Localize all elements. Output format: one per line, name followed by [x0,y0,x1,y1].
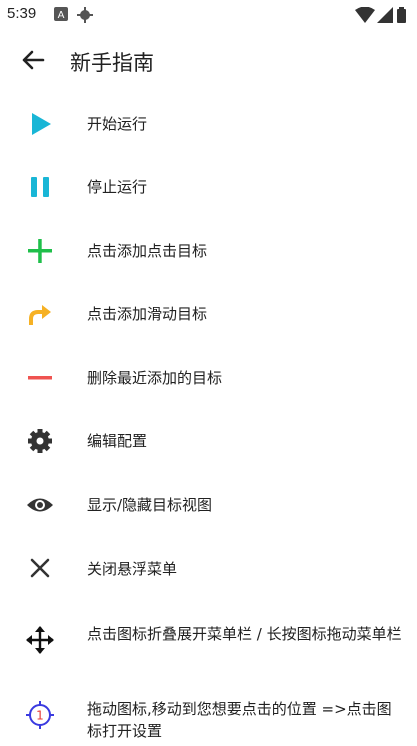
list-item-add-swipe[interactable]: 点击添加滑动目标 [0,283,417,345]
move-icon [26,626,54,654]
list-item-label: 拖动图标,移动到您想要点击的位置 =>点击图标打开设置 [87,700,392,740]
list-item-label: 点击添加滑动目标 [87,305,208,323]
list-item-label: 编辑配置 [87,432,148,450]
list-item-close-menu[interactable]: 关闭悬浮菜单 [0,538,417,600]
list-item-target-settings[interactable]: 1 拖动图标,移动到您想要点击的位置 =>点击图标打开设置 [0,684,417,746]
minus-icon [28,376,52,380]
gear-icon [28,429,52,453]
list-item-remove-last[interactable]: 删除最近添加的目标 [0,347,417,409]
list-item-toggle-target-view[interactable]: 显示/隐藏目标视图 [0,474,417,536]
target-icon: 1 [26,701,54,729]
list-item-label: 停止运行 [87,178,148,196]
signal-icon [377,7,393,23]
target-number: 1 [36,709,44,723]
close-icon [30,558,50,578]
svg-text:A: A [58,10,65,21]
list-item-move-menu[interactable]: 点击图标折叠展开菜单栏 / 长按图标拖动菜单栏 [0,609,417,671]
list-item-label: 点击图标折叠展开菜单栏 / 长按图标拖动菜单栏 [87,625,402,643]
wifi-icon [355,7,375,23]
pause-icon [31,177,49,197]
battery-icon [397,7,406,23]
list-item-label: 点击添加点击目标 [87,242,208,260]
play-icon [32,113,51,135]
page-title: 新手指南 [70,51,154,75]
notification-a-icon: A [54,7,68,21]
swipe-arrow-icon [29,305,51,325]
list-item-label: 删除最近添加的目标 [87,369,223,387]
list-item-label: 关闭悬浮菜单 [87,560,178,578]
back-arrow-icon[interactable] [20,47,46,73]
list-item-stop[interactable]: 停止运行 [0,156,417,218]
plus-icon [28,239,52,263]
eye-icon [27,498,53,512]
location-icon [77,7,93,23]
list-item-label: 开始运行 [87,115,148,133]
status-time: 5:39 [7,5,37,22]
status-bar: 5:39 A [0,0,417,30]
list-item-start[interactable]: 开始运行 [0,93,417,155]
app-bar: 新手指南 [0,30,417,92]
list-item-add-click[interactable]: 点击添加点击目标 [0,220,417,282]
list-item-edit-config[interactable]: 编辑配置 [0,410,417,472]
list-item-label: 显示/隐藏目标视图 [87,496,213,514]
